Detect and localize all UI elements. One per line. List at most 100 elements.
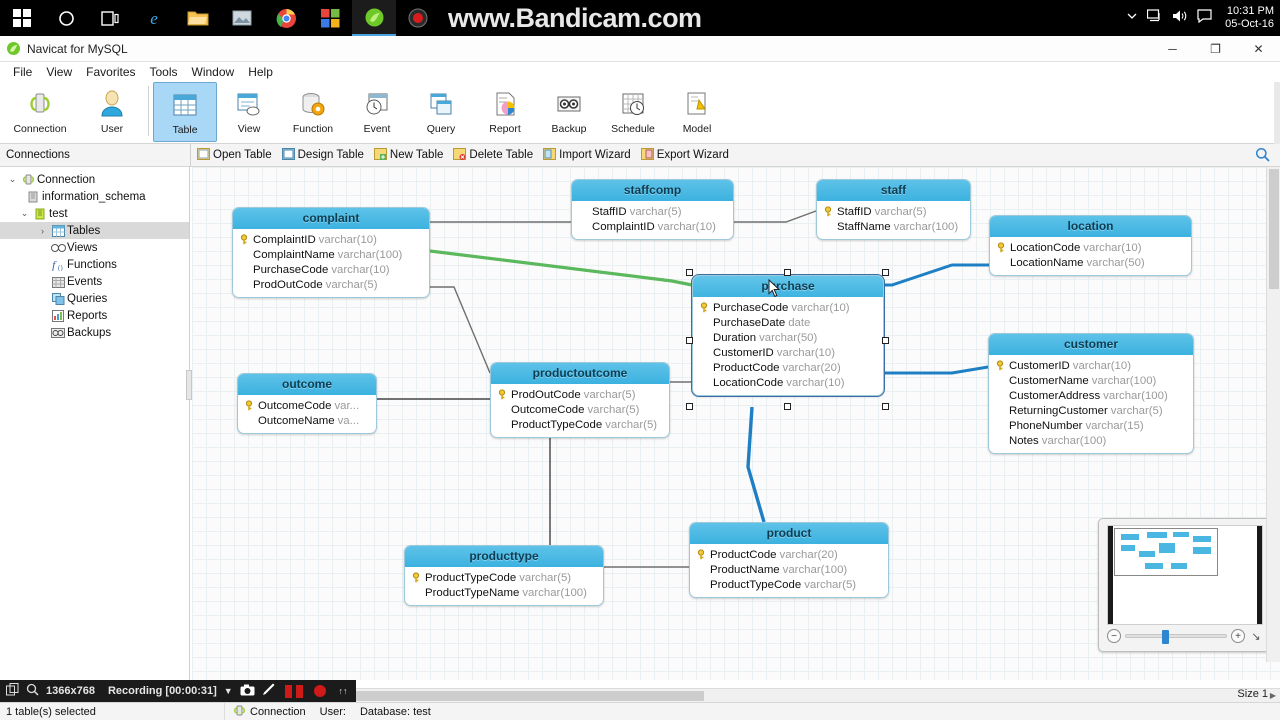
er-diagram-canvas[interactable]: complaint ComplaintID varchar(10) Complai… — [192, 167, 1280, 680]
recorder-dropdown-caret[interactable]: ▼ — [224, 686, 233, 696]
action-export-wizard[interactable]: Export Wizard — [640, 147, 729, 163]
er-column-row: ProductTypeCode varchar(5) — [410, 570, 598, 585]
menu-item-window[interactable]: Window — [185, 65, 242, 79]
toolbar-button-connection[interactable]: Connection — [0, 82, 80, 142]
pause-icon[interactable] — [284, 684, 292, 698]
minimap-viewport-rect[interactable] — [1114, 528, 1218, 576]
tray-expand-icon[interactable] — [1126, 9, 1138, 27]
resize-handle-e[interactable] — [882, 337, 889, 344]
toolbar-button-report[interactable]: Report — [473, 82, 537, 142]
start-button[interactable] — [0, 0, 44, 36]
zoom-slider-thumb[interactable] — [1162, 630, 1169, 644]
action-delete-table[interactable]: Delete Table — [453, 147, 533, 163]
bandicam-record-icon[interactable] — [396, 0, 440, 36]
er-table-purchase[interactable]: purchase PurchaseCode varchar(10) Purchas… — [691, 274, 885, 397]
zoom-slider[interactable] — [1125, 630, 1227, 644]
er-table-staffcomp[interactable]: staffcomp StaffID varchar(5) ComplaintID v… — [571, 179, 734, 240]
er-table-staff[interactable]: staff StaffID varchar(5) StaffName varchar… — [816, 179, 971, 240]
action-new-table[interactable]: New Table — [373, 147, 443, 163]
menu-item-tools[interactable]: Tools — [143, 65, 185, 79]
er-column-name: LocationCode — [1010, 241, 1081, 254]
er-table-productoutcome[interactable]: productoutcome ProdOutCode varchar(5) Out… — [490, 362, 670, 438]
sidebar-item-events[interactable]: Events — [0, 273, 189, 290]
file-explorer-icon[interactable] — [176, 0, 220, 36]
er-table-customer[interactable]: customer CustomerID varchar(10) CustomerN… — [988, 333, 1194, 454]
vscroll-thumb[interactable] — [1269, 169, 1279, 289]
hscroll-track[interactable] — [206, 689, 1266, 703]
resize-handle-nw[interactable] — [686, 269, 693, 276]
toolbar-button-view[interactable]: View — [217, 82, 281, 142]
menu-item-view[interactable]: View — [39, 65, 79, 79]
toolbar-button-backup[interactable]: Backup — [537, 82, 601, 142]
resize-handle-n[interactable] — [784, 269, 791, 276]
chrome-browser-icon[interactable] — [264, 0, 308, 36]
action-center-icon[interactable] — [1197, 8, 1212, 28]
chevron-down-icon[interactable]: ⌄ — [6, 174, 19, 185]
er-table-producttype[interactable]: producttype ProductTypeCode varchar(5) Pr… — [404, 545, 604, 606]
sidebar-item-views[interactable]: Views — [0, 239, 189, 256]
pencil-icon[interactable] — [262, 683, 276, 699]
canvas-vertical-scrollbar[interactable] — [1266, 167, 1280, 662]
resize-handle-s[interactable] — [784, 403, 791, 410]
toolbar-button-function[interactable]: Function — [281, 82, 345, 142]
er-table-location[interactable]: location LocationCode varchar(10) Locatio… — [989, 215, 1192, 276]
sidebar-item-functions[interactable]: f() Functions — [0, 256, 189, 273]
toolbar-button-event[interactable]: Event — [345, 82, 409, 142]
sidebar-item-test-db[interactable]: ⌄ test — [0, 205, 189, 222]
resize-handle-se[interactable] — [882, 403, 889, 410]
sidebar-item-reports[interactable]: Reports — [0, 307, 189, 324]
er-column-type: var... — [334, 399, 360, 412]
toolbar-button-table[interactable]: Table — [153, 82, 217, 142]
toolbar-overflow-strip[interactable] — [1274, 82, 1280, 144]
chevron-down-icon[interactable]: ⌄ — [18, 208, 31, 219]
menu-item-file[interactable]: File — [6, 65, 39, 79]
record-icon[interactable] — [313, 685, 326, 697]
chevron-right-icon[interactable]: › — [36, 226, 49, 236]
zoom-out-button[interactable]: − — [1107, 629, 1121, 643]
bandicam-target-icon[interactable] — [6, 683, 19, 699]
scroll-right-arrow[interactable]: ▶ — [1266, 689, 1280, 703]
action-open-table[interactable]: Open Table — [197, 147, 272, 163]
action-import-wizard[interactable]: Import Wizard — [543, 147, 631, 163]
cortana-search-button[interactable] — [44, 0, 88, 36]
er-table-product[interactable]: product ProductCode varchar(20) ProductNa… — [689, 522, 889, 598]
office-app-icon[interactable] — [308, 0, 352, 36]
navicat-app-icon[interactable] — [352, 0, 396, 36]
toolbar-button-user[interactable]: User — [80, 82, 144, 142]
sidebar-item-information-schema[interactable]: information_schema — [0, 188, 189, 205]
er-table-complaint[interactable]: complaint ComplaintID varchar(10) Complai… — [232, 207, 430, 298]
recorder-fps-indicator[interactable]: ↑↑ — [330, 680, 356, 702]
resize-handle-ne[interactable] — [882, 269, 889, 276]
zoom-in-button[interactable]: + — [1231, 629, 1245, 643]
er-table-outcome[interactable]: outcome OutcomeCode var... OutcomeName va.… — [237, 373, 377, 434]
er-table-columns-producttype: ProductTypeCode varchar(5) ProductTypeNam… — [405, 567, 603, 605]
close-button[interactable]: ✕ — [1237, 36, 1280, 62]
sidebar-item-queries[interactable]: Queries — [0, 290, 189, 307]
toolbar-button-query[interactable]: Query — [409, 82, 473, 142]
task-view-button[interactable] — [88, 0, 132, 36]
edge-browser-icon[interactable]: e — [132, 0, 176, 36]
sidebar-item-tables[interactable]: › Tables — [0, 222, 189, 239]
resize-handle-sw[interactable] — [686, 403, 693, 410]
sidebar-item-backups[interactable]: Backups — [0, 324, 189, 341]
toolbar-button-schedule[interactable]: Schedule — [601, 82, 665, 142]
volume-icon[interactable] — [1172, 9, 1188, 28]
network-icon[interactable] — [1146, 8, 1163, 28]
minimize-button[interactable]: ─ — [1151, 36, 1194, 62]
fit-to-window-icon[interactable]: ↘ — [1249, 630, 1263, 643]
menu-item-favorites[interactable]: Favorites — [79, 65, 142, 79]
sidebar-item-connection[interactable]: ⌄ Connection — [0, 171, 189, 188]
bandicam-magnifier-icon[interactable] — [26, 683, 39, 699]
photos-app-icon[interactable] — [220, 0, 264, 36]
camera-icon[interactable] — [240, 684, 255, 699]
pause-icon-2[interactable] — [295, 684, 303, 698]
taskbar-clock[interactable]: 10:31 PM 05-Oct-16 — [1221, 5, 1274, 31]
toolbar-button-model[interactable]: Model — [665, 82, 729, 142]
resize-handle-w[interactable] — [686, 337, 693, 344]
search-icon[interactable] — [1255, 147, 1270, 167]
action-design-table[interactable]: Design Table — [281, 147, 364, 163]
canvas-minimap[interactable]: − + ↘ — [1098, 518, 1272, 652]
menu-item-help[interactable]: Help — [241, 65, 280, 79]
minimap-preview[interactable] — [1107, 525, 1263, 625]
maximize-button[interactable]: ❐ — [1194, 36, 1237, 62]
